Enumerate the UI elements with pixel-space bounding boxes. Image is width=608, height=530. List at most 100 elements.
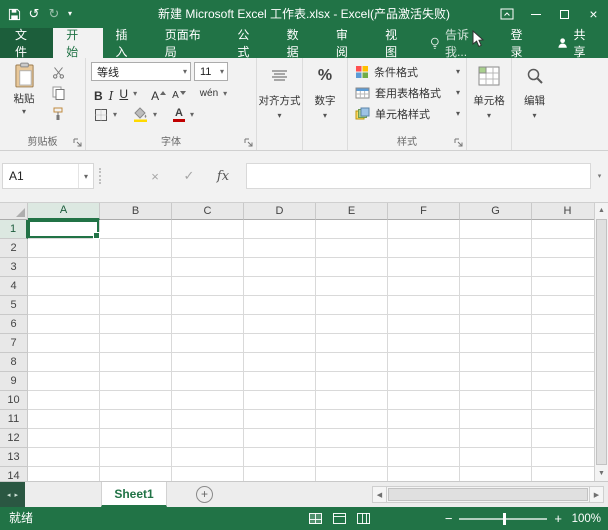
- tell-me-box[interactable]: 告诉我...: [421, 28, 498, 58]
- shrink-font-button[interactable]: A: [169, 84, 189, 103]
- scroll-left-button[interactable]: ◀: [372, 486, 387, 503]
- column-header-C[interactable]: C: [172, 203, 244, 220]
- minimize-button[interactable]: [521, 0, 550, 28]
- share-button[interactable]: 共享: [545, 28, 608, 58]
- font-size-select[interactable]: 11 ▾: [194, 62, 228, 81]
- row-header-13[interactable]: 13: [0, 448, 28, 467]
- format-as-table-button[interactable]: 套用表格格式 ▾: [351, 83, 463, 102]
- cell-F6[interactable]: [388, 315, 460, 334]
- cell-G1[interactable]: [460, 220, 532, 239]
- tab-data[interactable]: 数据: [274, 28, 323, 58]
- cell-F1[interactable]: [388, 220, 460, 239]
- editing-button[interactable]: 编辑 ▾: [513, 63, 557, 120]
- next-sheet-icon[interactable]: ▸: [15, 491, 19, 499]
- cell-A3[interactable]: [28, 258, 100, 277]
- scroll-up-button[interactable]: ▲: [595, 203, 608, 218]
- cell-A6[interactable]: [28, 315, 100, 334]
- zoom-out-button[interactable]: −: [445, 512, 453, 525]
- page-layout-view-button[interactable]: [333, 513, 346, 524]
- cell-B4[interactable]: [100, 277, 172, 296]
- tab-home[interactable]: 开始: [53, 28, 102, 58]
- formula-bar-splitter[interactable]: [99, 168, 101, 184]
- cell-G3[interactable]: [460, 258, 532, 277]
- cell-B3[interactable]: [100, 258, 172, 277]
- underline-button[interactable]: U ▾: [116, 84, 140, 103]
- undo-button[interactable]: ↺: [24, 2, 44, 26]
- font-name-select[interactable]: 等线 ▾: [91, 62, 191, 81]
- cell-D4[interactable]: [244, 277, 316, 296]
- cell-D7[interactable]: [244, 334, 316, 353]
- cell-G8[interactable]: [460, 353, 532, 372]
- fill-color-button[interactable]: ▾: [130, 105, 160, 124]
- tab-review[interactable]: 审阅: [323, 28, 372, 58]
- tab-page-layout[interactable]: 页面布局: [152, 28, 225, 58]
- cell-G11[interactable]: [460, 410, 532, 429]
- row-header-12[interactable]: 12: [0, 429, 28, 448]
- cell-E6[interactable]: [316, 315, 388, 334]
- zoom-slider[interactable]: [459, 518, 547, 520]
- cell-D14[interactable]: [244, 467, 316, 481]
- cell-G6[interactable]: [460, 315, 532, 334]
- cell-A5[interactable]: [28, 296, 100, 315]
- styles-dialog-launcher[interactable]: [453, 137, 464, 148]
- redo-button[interactable]: ↻: [44, 2, 64, 26]
- sign-in-button[interactable]: 登录: [499, 28, 546, 58]
- phonetic-guide-button[interactable]: wén ▾: [197, 84, 230, 103]
- cell-E7[interactable]: [316, 334, 388, 353]
- cell-F3[interactable]: [388, 258, 460, 277]
- sheet-nav-buttons[interactable]: ◂ ▸: [0, 482, 25, 507]
- cell-B2[interactable]: [100, 239, 172, 258]
- cell-C6[interactable]: [172, 315, 244, 334]
- cell-G9[interactable]: [460, 372, 532, 391]
- cell-A12[interactable]: [28, 429, 100, 448]
- cell-D9[interactable]: [244, 372, 316, 391]
- row-header-8[interactable]: 8: [0, 353, 28, 372]
- expand-formula-bar-button[interactable]: ▾: [592, 163, 607, 189]
- chevron-down-icon[interactable]: ▾: [183, 67, 187, 76]
- cell-E10[interactable]: [316, 391, 388, 410]
- tab-view[interactable]: 视图: [372, 28, 421, 58]
- select-all-corner[interactable]: [0, 203, 28, 220]
- cell-C13[interactable]: [172, 448, 244, 467]
- new-sheet-button[interactable]: +: [196, 486, 213, 503]
- cell-B14[interactable]: [100, 467, 172, 481]
- page-break-view-button[interactable]: [357, 513, 370, 524]
- cell-F5[interactable]: [388, 296, 460, 315]
- cell-E11[interactable]: [316, 410, 388, 429]
- cell-A13[interactable]: [28, 448, 100, 467]
- chevron-down-icon[interactable]: ▾: [78, 164, 93, 188]
- horizontal-scrollbar-track[interactable]: [387, 486, 589, 503]
- cell-G7[interactable]: [460, 334, 532, 353]
- cell-F13[interactable]: [388, 448, 460, 467]
- cell-D8[interactable]: [244, 353, 316, 372]
- italic-button[interactable]: I: [106, 84, 117, 103]
- sheet-tab-sheet1[interactable]: Sheet1: [101, 482, 167, 507]
- cell-E8[interactable]: [316, 353, 388, 372]
- cell-A9[interactable]: [28, 372, 100, 391]
- bold-button[interactable]: B: [91, 84, 106, 103]
- row-header-5[interactable]: 5: [0, 296, 28, 315]
- cell-B9[interactable]: [100, 372, 172, 391]
- column-header-A[interactable]: A: [28, 203, 100, 220]
- cell-G5[interactable]: [460, 296, 532, 315]
- font-dialog-launcher[interactable]: [243, 137, 254, 148]
- zoom-level[interactable]: 100%: [569, 513, 601, 525]
- horizontal-scrollbar-thumb[interactable]: [388, 488, 588, 501]
- cell-C9[interactable]: [172, 372, 244, 391]
- cell-B7[interactable]: [100, 334, 172, 353]
- cell-C10[interactable]: [172, 391, 244, 410]
- copy-button[interactable]: [47, 84, 69, 102]
- cell-G13[interactable]: [460, 448, 532, 467]
- column-header-G[interactable]: G: [460, 203, 532, 220]
- cell-F2[interactable]: [388, 239, 460, 258]
- cell-E5[interactable]: [316, 296, 388, 315]
- cell-E3[interactable]: [316, 258, 388, 277]
- cell-F14[interactable]: [388, 467, 460, 481]
- cell-A2[interactable]: [28, 239, 100, 258]
- formula-input[interactable]: [246, 163, 591, 189]
- row-header-14[interactable]: 14: [0, 467, 28, 481]
- row-header-2[interactable]: 2: [0, 239, 28, 258]
- row-header-11[interactable]: 11: [0, 410, 28, 429]
- paste-button[interactable]: 粘贴 ▾: [4, 62, 44, 126]
- cell-G4[interactable]: [460, 277, 532, 296]
